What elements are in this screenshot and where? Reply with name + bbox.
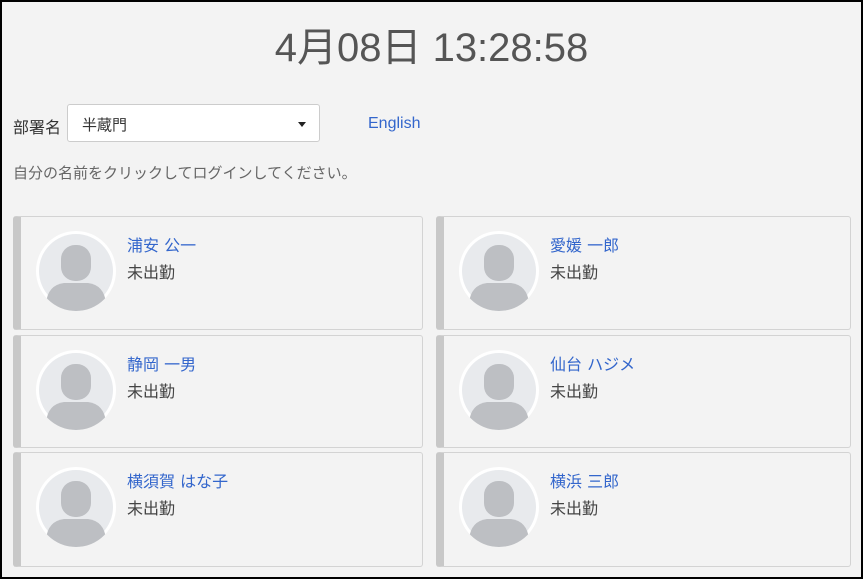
- employee-status: 未出勤: [127, 499, 176, 518]
- department-label: 部署名: [13, 118, 62, 137]
- avatar-icon: [459, 231, 539, 311]
- employee-card[interactable]: 静岡 一男 未出勤: [13, 335, 423, 448]
- caret-down-icon: [298, 122, 306, 127]
- avatar-icon: [36, 231, 116, 311]
- employee-card[interactable]: 愛媛 一郎 未出勤: [436, 216, 851, 330]
- employee-card[interactable]: 横須賀 はな子 未出勤: [13, 452, 423, 567]
- avatar-icon: [459, 350, 539, 430]
- avatar-icon: [36, 467, 116, 547]
- employee-status: 未出勤: [127, 382, 176, 401]
- employee-status: 未出勤: [550, 499, 599, 518]
- employee-name: 横須賀 はな子: [127, 472, 229, 491]
- employee-name: 静岡 一男: [127, 355, 197, 374]
- employee-status: 未出勤: [550, 263, 599, 282]
- avatar-icon: [36, 350, 116, 430]
- attendance-screen: 4月08日 13:28:58 部署名 半蔵門 English 自分の名前をクリッ…: [0, 0, 863, 579]
- department-select-value: 半蔵門: [82, 116, 128, 134]
- employee-card[interactable]: 仙台 ハジメ 未出勤: [436, 335, 851, 448]
- employee-name: 横浜 三郎: [550, 472, 620, 491]
- department-select[interactable]: 半蔵門: [67, 104, 320, 142]
- employee-card[interactable]: 横浜 三郎 未出勤: [436, 452, 851, 567]
- employee-status: 未出勤: [127, 263, 176, 282]
- employee-card[interactable]: 浦安 公一 未出勤: [13, 216, 423, 330]
- avatar-icon: [459, 467, 539, 547]
- employee-status: 未出勤: [550, 382, 599, 401]
- login-instruction: 自分の名前をクリックしてログインしてください。: [13, 164, 357, 182]
- english-link[interactable]: English: [368, 115, 420, 133]
- employee-name: 愛媛 一郎: [550, 236, 620, 255]
- employee-name: 仙台 ハジメ: [550, 355, 636, 374]
- clock-display: 4月08日 13:28:58: [274, 26, 589, 70]
- employee-name: 浦安 公一: [127, 236, 197, 255]
